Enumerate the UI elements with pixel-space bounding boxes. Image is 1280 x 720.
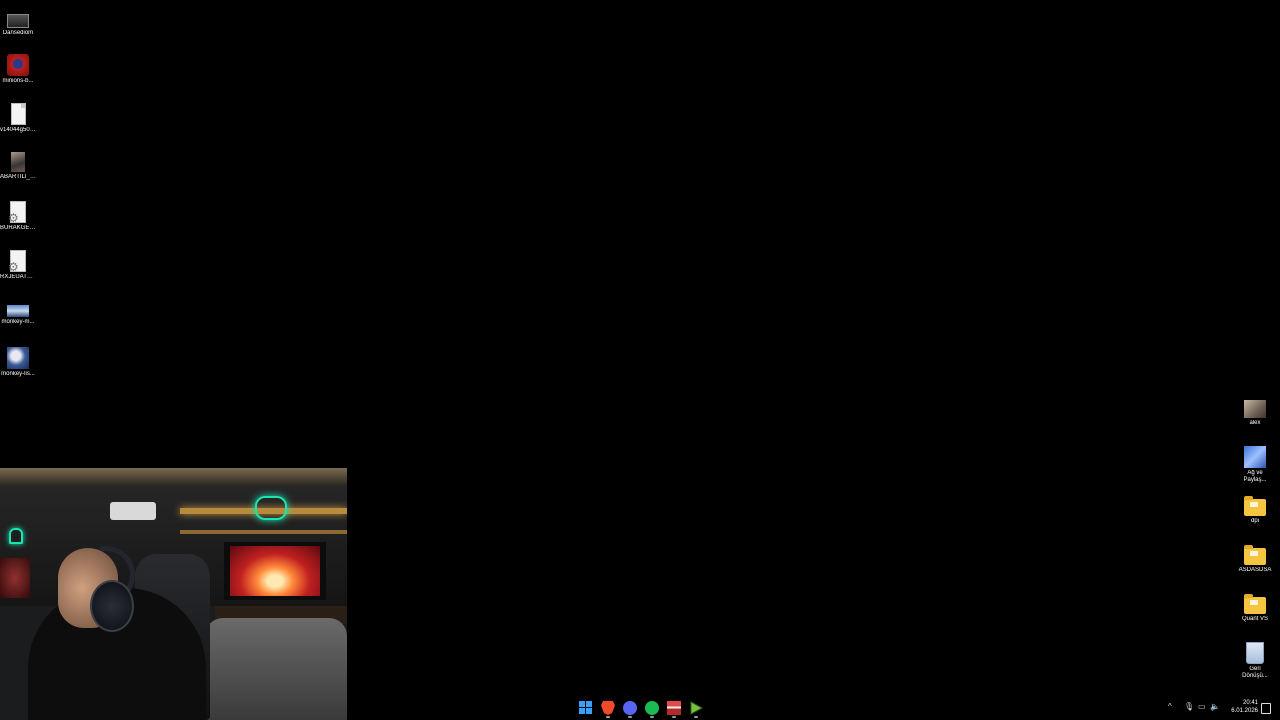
network-icon (1244, 446, 1266, 468)
webcam-ceiling (0, 468, 347, 486)
folder-icon (1244, 594, 1266, 614)
taskbar-start-button[interactable] (576, 698, 596, 718)
microphone-icon[interactable]: 🎙 (1184, 702, 1194, 712)
desktop-icon-minions[interactable]: minions-b... (0, 54, 36, 85)
desktop: Dansediom minions-b... v14044g500... ABA… (0, 0, 1280, 720)
running-indicator (606, 716, 610, 718)
brave-browser-icon (601, 701, 615, 715)
system-tray: ^ 🎙 ▭ 🔈 20:41 6.01.2026 (1160, 696, 1280, 720)
desktop-icon-alex[interactable]: alex (1237, 400, 1273, 427)
desktop-icon-dpi[interactable]: dpi (1237, 496, 1273, 525)
desktop-icon-label: alex (1249, 420, 1261, 426)
webcam-fireplace-screen (230, 546, 320, 596)
user-folder-icon (1244, 400, 1266, 418)
desktop-icon-burakgen[interactable]: ⚙ BURAKGEN... (0, 201, 36, 232)
desktop-icon-label: ASDASDSA (1238, 567, 1272, 573)
volume-icon[interactable]: 🔈 (1210, 702, 1220, 712)
desktop-icon-abartili[interactable]: ABARTILI_2... (0, 152, 36, 181)
desktop-icon-label: monkey-lis... (1, 371, 35, 377)
desktop-icon-label: monkey-m... (1, 319, 35, 325)
desktop-icon-quant-vs[interactable]: Quant VS (1237, 594, 1273, 623)
desktop-icon-label: Ağ ve Paylaş... (1243, 470, 1267, 483)
desktop-icon-v14044[interactable]: v14044g500... (0, 103, 36, 134)
desktop-icon-label: RXJEUATTIGI (0, 274, 36, 280)
settings-file-icon: ⚙ (8, 201, 26, 224)
webcam-headset (90, 580, 134, 632)
image-file-icon (7, 305, 29, 317)
running-indicator (650, 716, 654, 718)
chevron-up-icon[interactable]: ^ (1168, 702, 1172, 712)
image-file-icon (7, 54, 29, 76)
recycle-bin-icon (1246, 642, 1264, 664)
desktop-icon-dansediom[interactable]: Dansediom (0, 9, 36, 37)
photo-file-icon (11, 152, 25, 172)
media-player-icon (7, 14, 29, 28)
app-icon (667, 701, 681, 715)
webcam-shelf (180, 530, 347, 534)
desktop-icon-asdasdsa[interactable]: ASDASDSA (1237, 545, 1273, 574)
desktop-icon-label: Dansediom (2, 30, 34, 36)
taskbar-discord-button[interactable] (620, 698, 640, 718)
taskbar-spotify-button[interactable] (642, 698, 662, 718)
taskbar-red-app-button[interactable] (664, 698, 684, 718)
windows-start-icon (579, 701, 592, 714)
clock-date: 6.01.2026 (1231, 708, 1258, 714)
folder-icon (1244, 496, 1266, 516)
running-indicator (628, 716, 632, 718)
notification-icon[interactable] (1261, 703, 1271, 714)
image-file-icon (7, 347, 29, 369)
settings-file-icon: ⚙ (8, 250, 26, 273)
running-indicator (694, 716, 698, 718)
desktop-icon-label: BURAKGEN... (0, 225, 36, 231)
webcam-red-light (0, 558, 30, 598)
desktop-icon-label: Geri Dönüşü... (1242, 666, 1268, 679)
webcam-overlay (0, 468, 347, 720)
webcam-air-conditioner (110, 502, 156, 520)
webcam-neon-ghost (9, 528, 23, 544)
network-icon[interactable]: ▭ (1198, 702, 1206, 712)
taskbar-brave-button[interactable] (598, 698, 618, 718)
clock[interactable]: 20:41 6.01.2026 (1231, 699, 1258, 715)
folder-icon (1244, 545, 1266, 565)
desktop-icon-label: v14044g500... (0, 127, 36, 133)
desktop-icon-monkey-m[interactable]: monkey-m... (0, 299, 36, 326)
spotify-icon (645, 701, 659, 715)
discord-icon (623, 701, 637, 715)
desktop-icon-label: dpi (1250, 518, 1259, 524)
desktop-icon-network-sharing[interactable]: Ağ ve Paylaş... (1237, 446, 1273, 484)
desktop-icon-rxjeuattigi[interactable]: ⚙ RXJEUATTIGI (0, 250, 36, 281)
desktop-icon-label: ABARTILI_2... (0, 174, 36, 180)
webcam-neon-controller (255, 496, 287, 520)
play-app-icon (689, 701, 703, 715)
taskbar-play-app-button[interactable] (686, 698, 706, 718)
clock-time: 20:41 (1242, 700, 1258, 706)
desktop-icon-label: minions-b... (2, 78, 34, 84)
desktop-icon-label: Quant VS (1241, 616, 1268, 622)
document-file-icon (10, 103, 26, 125)
running-indicator (672, 716, 676, 718)
desktop-icon-recycle-bin[interactable]: Geri Dönüşü... (1237, 642, 1273, 680)
taskbar: ^ 🎙 ▭ 🔈 20:41 6.01.2026 (0, 696, 1280, 720)
desktop-icon-monkey-lis[interactable]: monkey-lis... (0, 347, 36, 378)
